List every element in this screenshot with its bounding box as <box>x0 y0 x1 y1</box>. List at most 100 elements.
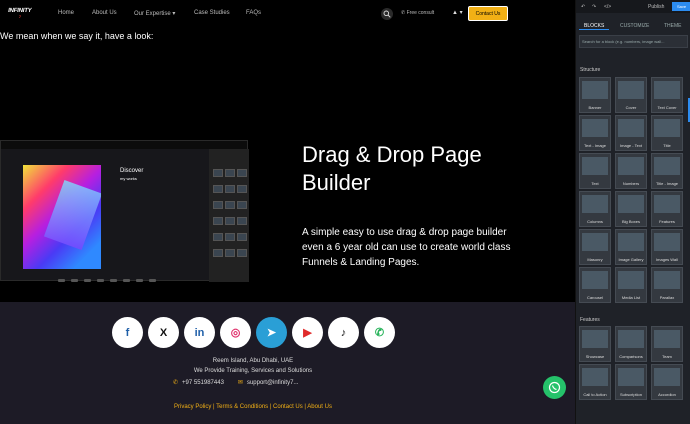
block-tile-text-cover[interactable]: Text Cover <box>651 77 683 113</box>
tile-thumbnail <box>582 271 608 289</box>
block-tile-image-gallery[interactable]: Image Gallery <box>615 229 647 265</box>
tile-label: Banner <box>588 105 602 110</box>
telegram-icon[interactable]: ➤ <box>256 317 287 348</box>
tile-thumbnail <box>618 233 644 251</box>
block-tile-image-text[interactable]: Image - Text <box>615 115 647 151</box>
redo-icon[interactable]: ↷ <box>592 4 596 10</box>
block-tile-cover[interactable]: Cover <box>615 77 647 113</box>
nav-link-case-studies[interactable]: Case Studies <box>194 10 230 16</box>
block-tile-media-list[interactable]: Media List <box>615 267 647 303</box>
block-tile-parallax[interactable]: Parallax <box>651 267 683 303</box>
block-search-input[interactable]: Search for a block (e.g. numbers, image … <box>579 35 688 48</box>
code-icon[interactable]: </> <box>604 4 611 10</box>
block-tile-title-image[interactable]: Title - Image <box>651 153 683 189</box>
block-tile-text[interactable]: Text <box>579 153 611 189</box>
footer-links[interactable]: Privacy Policy | Terms & Conditions | Co… <box>0 404 506 410</box>
footer-phone[interactable]: ✆ +97 551987443 <box>173 379 224 386</box>
app-root: INFINITY 7 Home About Us Our Expertise ▾… <box>0 0 690 424</box>
tile-label: Subscription <box>619 392 642 397</box>
tile-thumbnail <box>582 195 608 213</box>
tile-label: Columns <box>587 219 603 224</box>
nav-search-button[interactable] <box>381 8 393 20</box>
tile-label: Title - Image <box>655 181 679 186</box>
demo-sidebar <box>209 149 249 282</box>
tile-thumbnail <box>654 271 680 289</box>
tile-thumbnail <box>582 368 608 386</box>
contact-us-button[interactable]: Contact Us <box>468 6 508 21</box>
block-tile-masonry[interactable]: Masonry <box>579 229 611 265</box>
demo-artwork <box>23 165 101 269</box>
nav-phone-text: Free consult <box>406 10 435 16</box>
footer-email[interactable]: ✉ support@infinity7... <box>238 379 298 386</box>
demo-discover-sub: my works <box>120 176 137 181</box>
footer-phone-text: +97 551987443 <box>182 380 224 386</box>
tile-thumbnail <box>618 330 644 348</box>
tile-thumbnail <box>582 81 608 99</box>
x-icon[interactable]: X <box>148 317 179 348</box>
editor-canvas: INFINITY 7 Home About Us Our Expertise ▾… <box>0 0 575 424</box>
linkedin-icon[interactable]: in <box>184 317 215 348</box>
tile-thumbnail <box>654 195 680 213</box>
tab-theme[interactable]: THEME <box>664 23 682 29</box>
instagram-icon[interactable]: ◎ <box>220 317 251 348</box>
tile-thumbnail <box>618 271 644 289</box>
footer-tagline: We Provide Training, Services and Soluti… <box>193 368 313 374</box>
tile-thumbnail <box>654 233 680 251</box>
section-features: Features <box>580 317 600 323</box>
youtube-icon[interactable]: ▶ <box>292 317 323 348</box>
tile-thumbnail <box>654 368 680 386</box>
block-tile-title[interactable]: Title <box>651 115 683 151</box>
footer-email-text: support@infinity7... <box>246 380 299 386</box>
whatsapp-icon[interactable]: ✆ <box>364 317 395 348</box>
tile-thumbnail <box>582 330 608 348</box>
site-logo[interactable]: INFINITY 7 <box>4 3 36 23</box>
facebook-icon[interactable]: f <box>112 317 143 348</box>
phone-icon: ✆ <box>173 380 179 386</box>
footer-address: Reem Island, Abu Dhabi, UAE <box>212 358 294 364</box>
block-tile-text-image[interactable]: Text - Image <box>579 115 611 151</box>
block-tile-banner[interactable]: Banner <box>579 77 611 113</box>
demo-topbar <box>1 141 247 149</box>
demo-pager-dots <box>58 279 158 283</box>
nav-phone-link[interactable]: ✆ Free consult <box>401 10 434 16</box>
undo-icon[interactable]: ↶ <box>581 4 585 10</box>
save-button[interactable]: Save <box>672 2 690 11</box>
tile-thumbnail <box>618 195 644 213</box>
nav-link-faqs[interactable]: FAQs <box>246 10 261 16</box>
tile-thumbnail <box>654 330 680 348</box>
footer-contact: ✆ +97 551987443 ✉ support@infinity7... <box>173 379 298 386</box>
nav-link-expertise[interactable]: Our Expertise ▾ <box>134 10 175 17</box>
tile-label: Team <box>662 354 672 359</box>
panel-toolbar: ↶ ↷ </> Publish Save <box>576 0 690 13</box>
block-tile-numbers[interactable]: Numbers <box>615 153 647 189</box>
tile-label: Accordion <box>658 392 676 397</box>
tile-label: Call to Action <box>583 392 607 397</box>
publish-button[interactable]: Publish <box>648 4 664 10</box>
tile-label: Title <box>663 143 671 148</box>
nav-user-menu[interactable]: ▲ ▾ <box>452 9 463 16</box>
tab-customize[interactable]: CUSTOMIZE <box>620 23 649 29</box>
tile-label: Numbers <box>622 181 640 186</box>
nav-link-about[interactable]: About Us <box>92 10 117 16</box>
intro-text: We mean when we say it, have a look: <box>0 31 154 41</box>
tile-label: Text Cover <box>657 105 677 110</box>
tiktok-icon[interactable]: ♪ <box>328 317 359 348</box>
block-tile-call-to-action[interactable]: Call to Action <box>579 364 611 400</box>
block-tile-features[interactable]: Features <box>651 191 683 227</box>
block-tile-accordion[interactable]: Accordion <box>651 364 683 400</box>
social-icons: f Xin ◎ ➤ ▶ ♪ ✆ <box>112 317 395 348</box>
block-tile-showcase[interactable]: Showcase <box>579 326 611 362</box>
block-tile-comparisons[interactable]: Comparisons <box>615 326 647 362</box>
block-tile-subscription[interactable]: Subscription <box>615 364 647 400</box>
block-tile-columns[interactable]: Columns <box>579 191 611 227</box>
nav-link-home[interactable]: Home <box>58 10 74 16</box>
site-navbar: INFINITY 7 Home About Us Our Expertise ▾… <box>0 0 512 27</box>
tile-label: Showcase <box>585 354 605 359</box>
block-tile-team[interactable]: Team <box>651 326 683 362</box>
tile-label: Text - Image <box>583 143 606 148</box>
tile-label: Comparisons <box>619 354 643 359</box>
whatsapp-float-button[interactable] <box>543 376 566 399</box>
block-tile-big-boxes[interactable]: Big Boxes <box>615 191 647 227</box>
block-tile-images-wall[interactable]: Images Wall <box>651 229 683 265</box>
block-tile-carousel[interactable]: Carousel <box>579 267 611 303</box>
